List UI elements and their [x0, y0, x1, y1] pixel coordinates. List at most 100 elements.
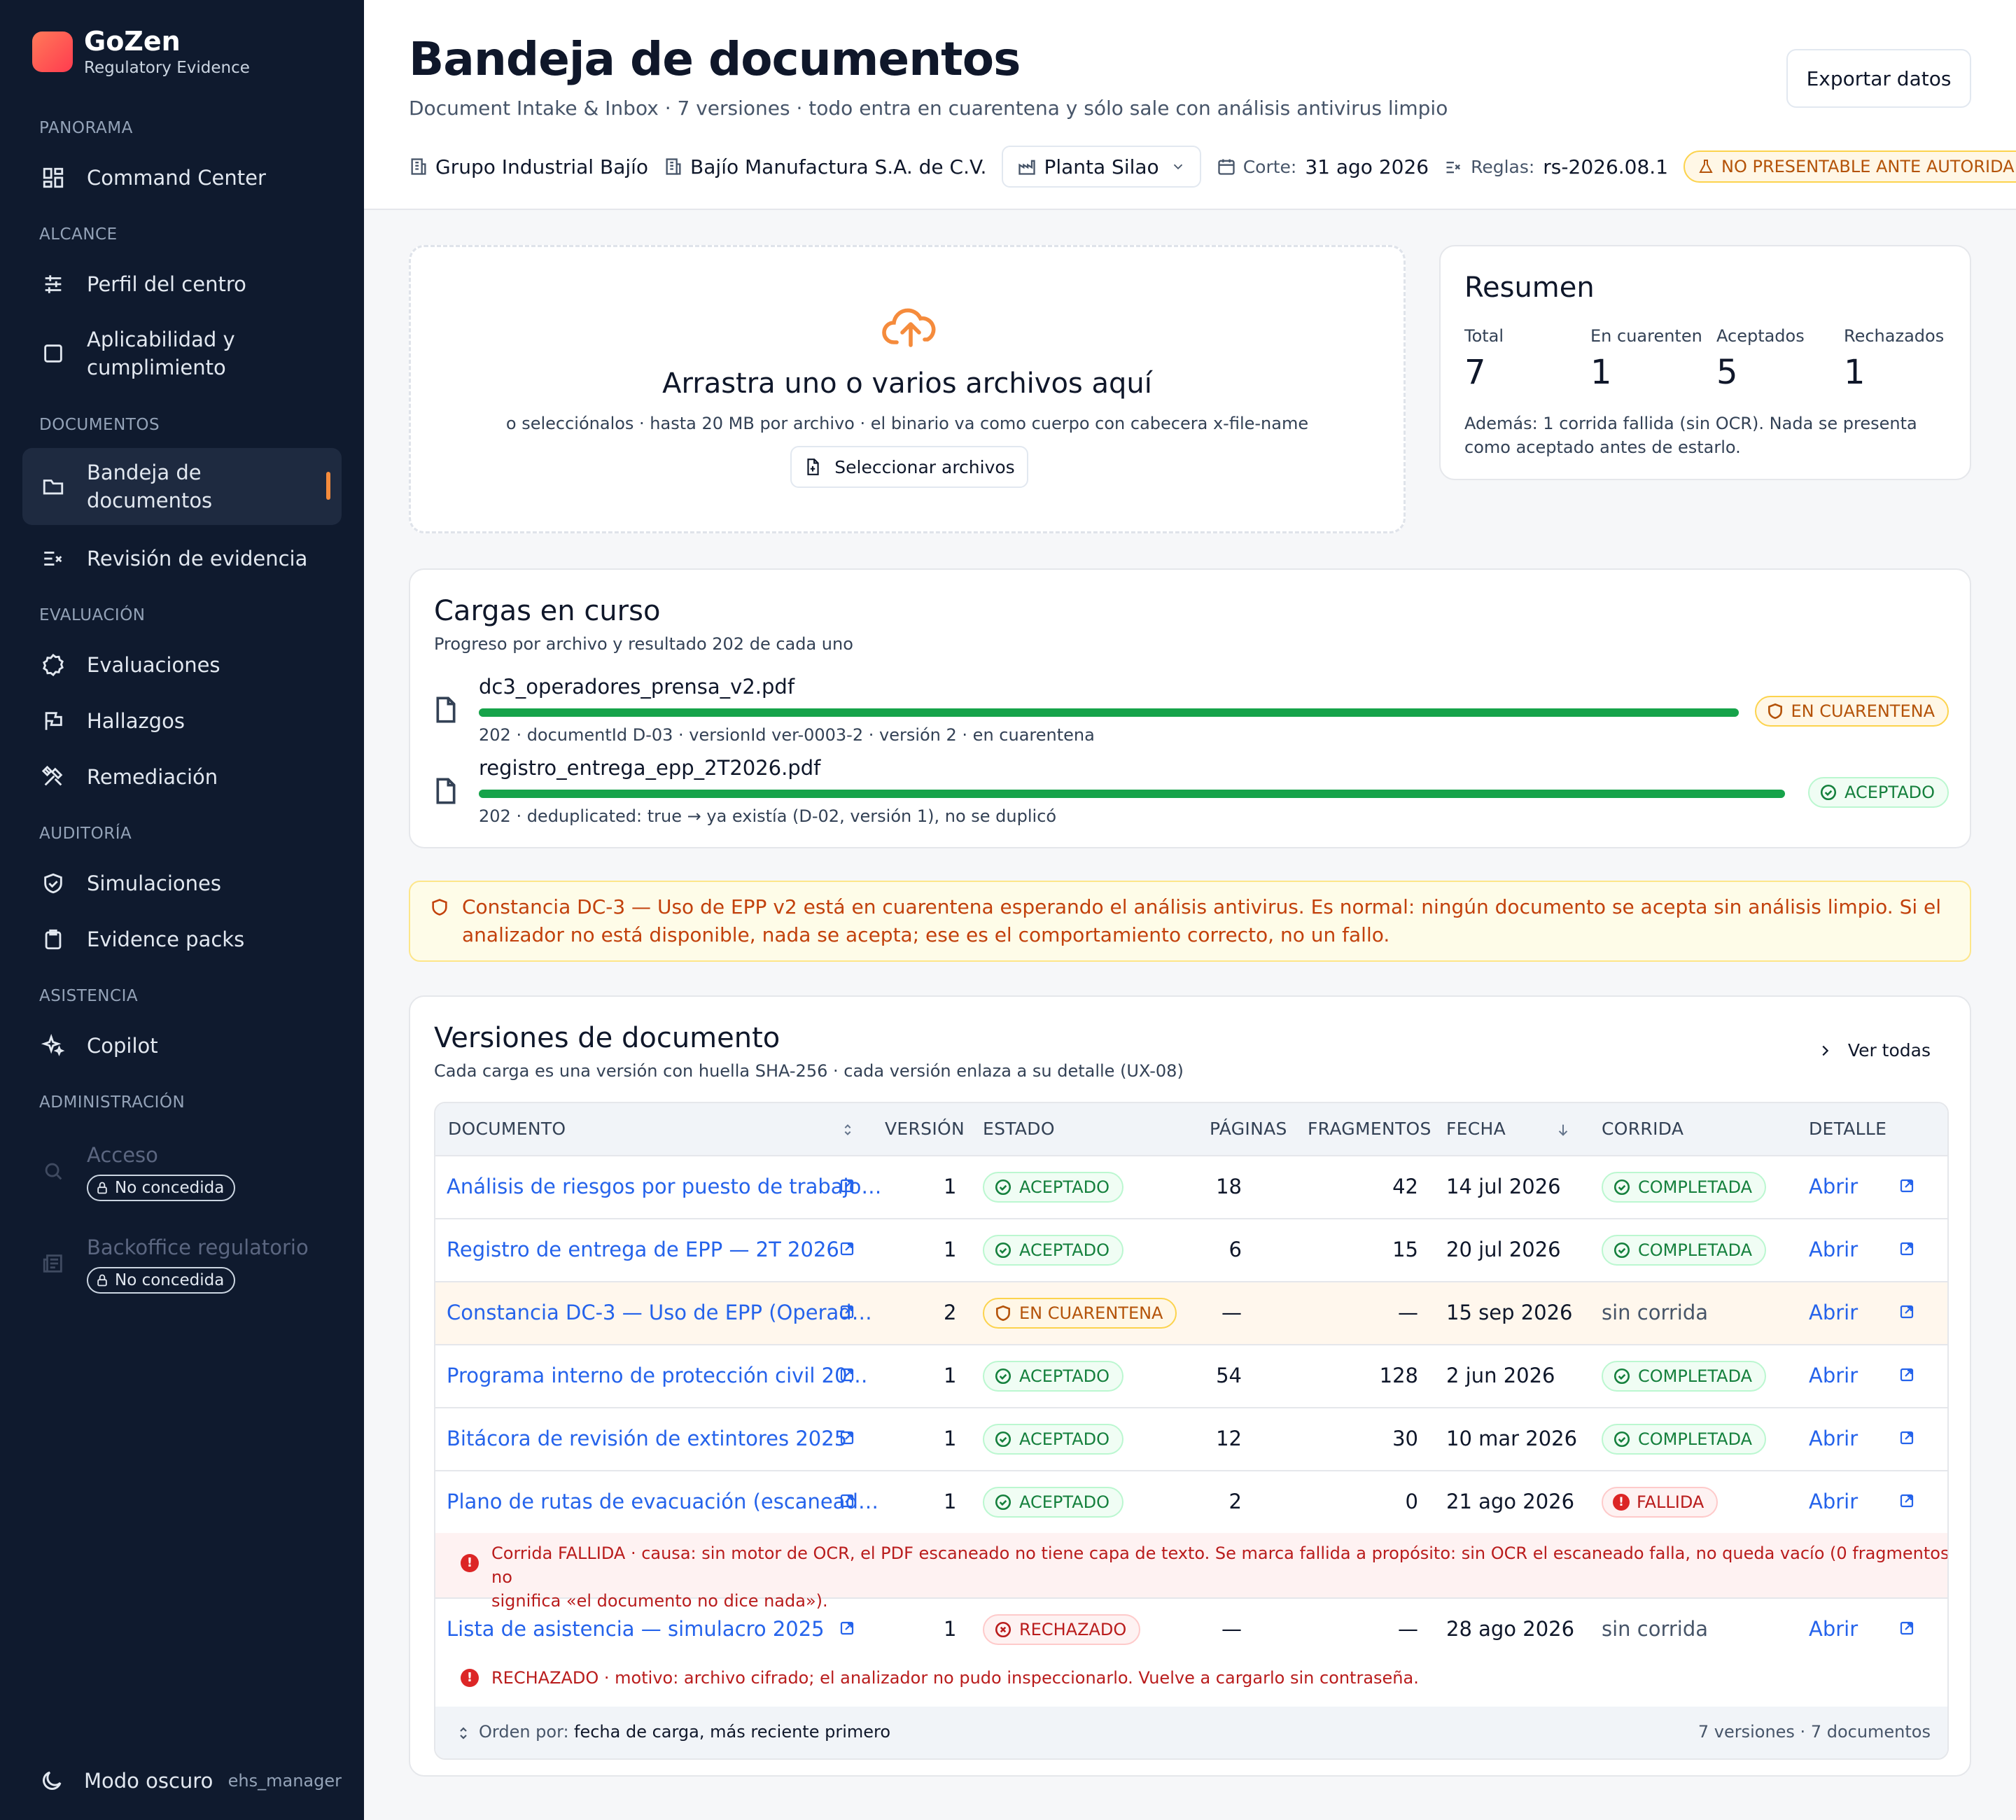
sidebar-item-label: Backoffice regulatorio: [87, 1235, 309, 1259]
table-row[interactable]: Bitácora de revisión de extintores 2025 …: [435, 1408, 1947, 1471]
dark-mode-toggle[interactable]: Modo oscuro ehs_manager: [39, 1768, 342, 1793]
table-row[interactable]: Constancia DC-3 — Uso de EPP (Operad… 2 …: [435, 1282, 1947, 1345]
quarantine-alert: Constancia DC-3 — Uso de EPP v2 está en …: [409, 881, 1971, 962]
sidebar-item-command-center[interactable]: Command Center: [22, 150, 342, 206]
document-link[interactable]: Registro de entrega de EPP — 2T 2026: [447, 1238, 839, 1261]
open-link[interactable]: Abrir: [1809, 1364, 1858, 1387]
col-version[interactable]: VERSIÓN: [885, 1119, 965, 1139]
check-circle-icon: [995, 1368, 1011, 1385]
dropzone-title: Arrastra uno o varios archivos aquí: [662, 368, 1152, 400]
table-row[interactable]: Lista de asistencia — simulacro 2025 1 R…: [435, 1599, 1947, 1662]
stat-accepted: Aceptados 5: [1716, 326, 1805, 392]
page-header: Bandeja de documentos Document Intake & …: [364, 0, 2016, 210]
col-documento[interactable]: DOCUMENTO: [448, 1119, 566, 1139]
external-link-icon[interactable]: [839, 1366, 855, 1383]
section-auditoria: AUDITORÍA: [39, 825, 132, 843]
open-link[interactable]: Abrir: [1809, 1238, 1858, 1261]
shield-icon: [432, 899, 447, 916]
plant-select[interactable]: Planta Silao: [1002, 146, 1201, 188]
uploads-subtitle: Progreso por archivo y resultado 202 de …: [434, 634, 853, 654]
open-link[interactable]: Abrir: [1809, 1175, 1858, 1198]
col-paginas[interactable]: PÁGINAS: [1210, 1119, 1287, 1139]
col-estado[interactable]: ESTADO: [983, 1119, 1055, 1139]
status-badge: ACEPTADO: [1808, 777, 1949, 808]
upload-progress-fill: [479, 708, 1739, 717]
external-link-icon[interactable]: [839, 1620, 855, 1637]
sidebar-item-revision[interactable]: Revisión de evidencia: [22, 531, 342, 587]
external-link-icon[interactable]: [839, 1429, 855, 1446]
open-link[interactable]: Abrir: [1809, 1301, 1858, 1324]
run-error-detail: ! Corrida FALLIDA · causa: sin motor de …: [435, 1533, 1947, 1611]
table-row[interactable]: Programa interno de protección civil 20……: [435, 1345, 1947, 1408]
sort-value[interactable]: fecha de carga, más reciente primero: [574, 1722, 890, 1742]
status-badge: ACEPTADO: [983, 1424, 1124, 1455]
sidebar-item-label: cumplimiento: [87, 356, 226, 379]
document-link[interactable]: Plano de rutas de evacuación (escanead…: [447, 1490, 878, 1513]
chevron-down-icon: [1173, 164, 1182, 170]
col-fecha[interactable]: FECHA: [1446, 1119, 1506, 1139]
sidebar-item-simulaciones[interactable]: Simulaciones: [22, 855, 342, 911]
document-link[interactable]: Programa interno de protección civil 20…: [447, 1364, 868, 1387]
table-row[interactable]: Registro de entrega de EPP — 2T 2026 1 A…: [435, 1219, 1947, 1282]
sidebar-item-hallazgos[interactable]: Hallazgos: [22, 693, 342, 749]
upload-progress-bar: [479, 708, 1739, 717]
col-corrida[interactable]: CORRIDA: [1602, 1119, 1684, 1139]
sidebar-item-evaluaciones[interactable]: Evaluaciones: [22, 637, 342, 693]
document-link[interactable]: Constancia DC-3 — Uso de EPP (Operad…: [447, 1301, 872, 1324]
date-cell: 20 jul 2026: [1446, 1238, 1561, 1261]
external-link-icon[interactable]: [1898, 1492, 1915, 1509]
sidebar-item-label: Copilot: [87, 1034, 158, 1058]
sidebar-item-label: Evidence packs: [87, 927, 245, 951]
moon-icon: [43, 1771, 62, 1790]
col-detalle: DETALLE: [1809, 1119, 1887, 1139]
arrow-down-icon[interactable]: [1555, 1121, 1571, 1142]
brand[interactable]: GoZen Regulatory Evidence: [32, 25, 250, 78]
access-denied-badge: No concedida: [87, 1266, 236, 1294]
fragments-cell: 128: [1379, 1364, 1418, 1387]
sort-icon[interactable]: [840, 1121, 855, 1142]
document-link[interactable]: Análisis de riesgos por puesto de trabaj…: [447, 1175, 881, 1198]
sidebar-item-copilot[interactable]: Copilot: [22, 1018, 342, 1074]
open-link[interactable]: Abrir: [1809, 1617, 1858, 1641]
page-subtitle: Document Intake & Inbox · 7 versiones · …: [409, 97, 1448, 120]
document-link[interactable]: Lista de asistencia — simulacro 2025: [447, 1617, 825, 1641]
sidebar-item-remediacion[interactable]: Remediación: [22, 749, 342, 805]
file-dropzone[interactable]: Arrastra uno o varios archivos aquí o se…: [409, 245, 1406, 533]
external-link-icon[interactable]: [1898, 1303, 1915, 1320]
external-link-icon[interactable]: [1898, 1177, 1915, 1194]
sidebar-item-bandeja[interactable]: Bandeja de documentos: [22, 448, 342, 525]
document-link[interactable]: Bitácora de revisión de extintores 2025: [447, 1427, 847, 1450]
check-circle-icon: [1614, 1431, 1630, 1448]
section-panorama: PANORAMA: [39, 119, 133, 137]
external-link-icon[interactable]: [1898, 1366, 1915, 1383]
company-label: Bajío Manufactura S.A. de C.V.: [664, 155, 986, 178]
badge-icon: [39, 651, 67, 679]
sidebar-item-perfil[interactable]: Perfil del centro: [22, 256, 342, 312]
external-link-icon[interactable]: [839, 1492, 855, 1509]
external-link-icon[interactable]: [1898, 1240, 1915, 1257]
sidebar-item-aplicabilidad[interactable]: Aplicabilidad y cumplimiento: [22, 322, 342, 385]
external-link-icon[interactable]: [1898, 1429, 1915, 1446]
current-user: ehs_manager: [227, 1771, 342, 1791]
col-fragmentos[interactable]: FRAGMENTOS: [1308, 1119, 1432, 1139]
external-link-icon[interactable]: [839, 1240, 855, 1257]
sidebar-item-label: Remediación: [87, 765, 218, 789]
view-all-link[interactable]: Ver todas: [1817, 1040, 1931, 1060]
open-link[interactable]: Abrir: [1809, 1490, 1858, 1513]
lock-icon: [97, 1274, 107, 1286]
building-icon: [666, 158, 681, 175]
export-button[interactable]: Exportar datos: [1786, 49, 1971, 108]
status-badge: ACEPTADO: [983, 1361, 1124, 1392]
external-link-icon[interactable]: [839, 1177, 855, 1194]
pages-cell: —: [1222, 1617, 1242, 1641]
sidebar-item-evidence-packs[interactable]: Evidence packs: [22, 911, 342, 967]
external-link-icon[interactable]: [1898, 1620, 1915, 1637]
select-files-button[interactable]: Seleccionar archivos: [790, 446, 1028, 488]
table-row[interactable]: Plano de rutas de evacuación (escanead… …: [435, 1471, 1947, 1534]
external-link-icon[interactable]: [839, 1303, 855, 1320]
sort-icon[interactable]: [455, 1725, 472, 1742]
open-link[interactable]: Abrir: [1809, 1427, 1858, 1450]
flask-icon: [1699, 160, 1713, 173]
lock-icon: [97, 1182, 107, 1194]
table-row[interactable]: Análisis de riesgos por puesto de trabaj…: [435, 1156, 1947, 1219]
